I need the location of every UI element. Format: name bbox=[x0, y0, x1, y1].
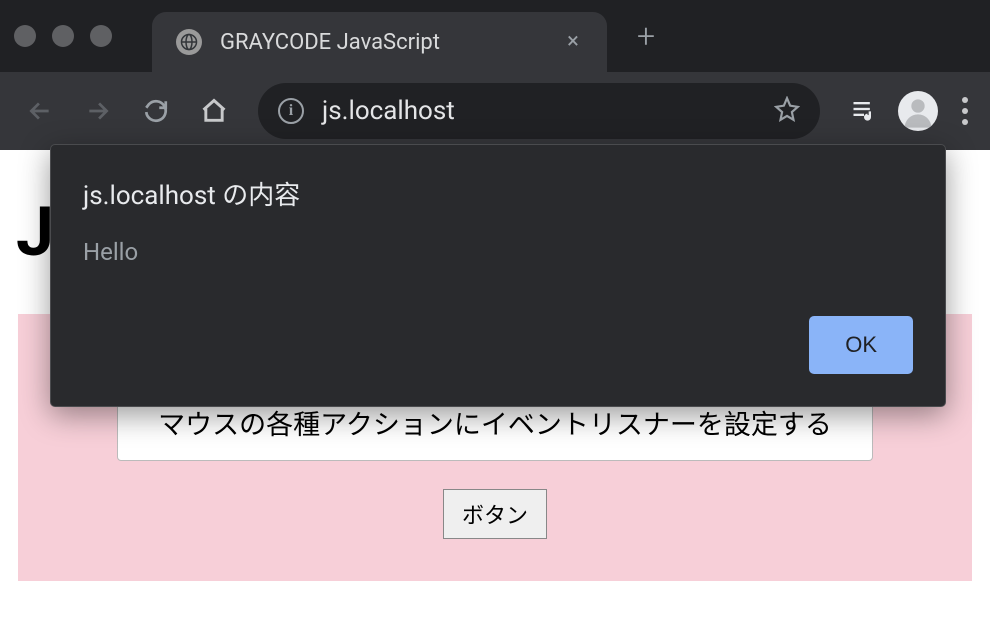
new-tab-button[interactable]: + bbox=[637, 20, 655, 52]
media-control-icon[interactable] bbox=[850, 95, 878, 127]
window-minimize[interactable] bbox=[52, 25, 74, 47]
browser-menu-icon[interactable] bbox=[958, 93, 972, 129]
globe-icon bbox=[176, 29, 202, 55]
url-text: js.localhost bbox=[322, 96, 756, 126]
browser-tab[interactable]: GRAYCODE JavaScript × bbox=[152, 12, 607, 72]
tab-strip: GRAYCODE JavaScript × + bbox=[0, 0, 990, 72]
window-maximize[interactable] bbox=[90, 25, 112, 47]
alert-actions: OK bbox=[83, 316, 913, 374]
tab-title: GRAYCODE JavaScript bbox=[220, 30, 543, 55]
window-controls bbox=[14, 25, 112, 47]
bookmark-icon[interactable] bbox=[774, 96, 800, 126]
alert-title: js.localhost の内容 bbox=[83, 175, 913, 212]
toolbar-right bbox=[850, 91, 972, 131]
browser-chrome: GRAYCODE JavaScript × + i js.localhost bbox=[0, 0, 990, 150]
profile-avatar[interactable] bbox=[898, 91, 938, 131]
alert-dialog: js.localhost の内容 Hello OK bbox=[50, 144, 946, 407]
window-close[interactable] bbox=[14, 25, 36, 47]
forward-button[interactable] bbox=[76, 89, 120, 133]
home-button[interactable] bbox=[192, 89, 236, 133]
site-info-icon[interactable]: i bbox=[278, 98, 304, 124]
reload-button[interactable] bbox=[134, 89, 178, 133]
close-icon[interactable]: × bbox=[561, 31, 585, 53]
demo-button[interactable]: ボタン bbox=[443, 489, 547, 539]
address-bar[interactable]: i js.localhost bbox=[258, 83, 820, 139]
ok-button[interactable]: OK bbox=[809, 316, 913, 374]
back-button[interactable] bbox=[18, 89, 62, 133]
toolbar: i js.localhost bbox=[0, 72, 990, 150]
alert-message: Hello bbox=[83, 238, 913, 266]
